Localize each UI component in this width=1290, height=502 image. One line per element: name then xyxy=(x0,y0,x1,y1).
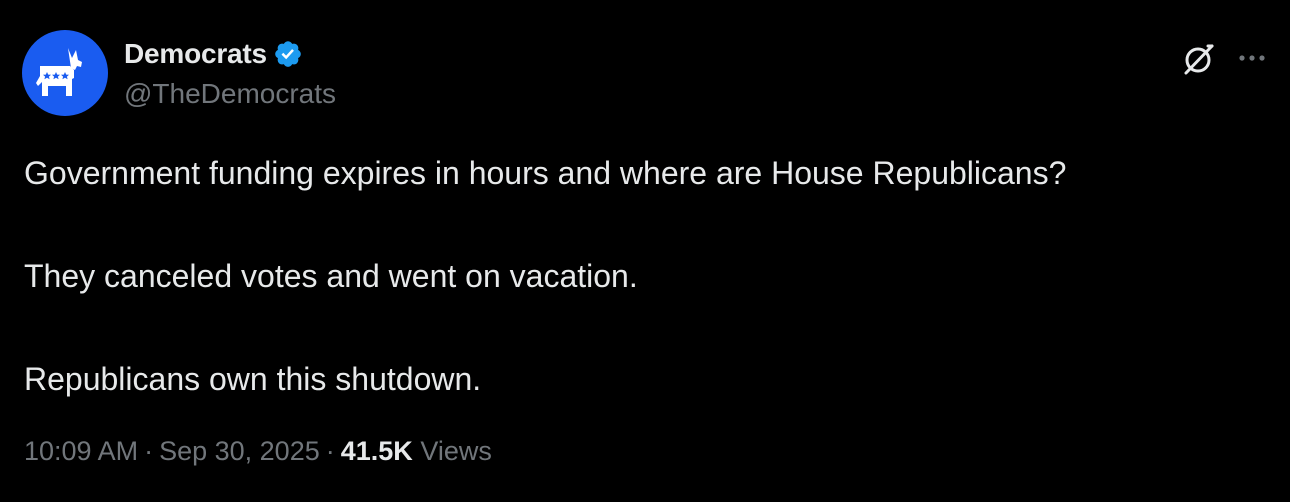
tweet-paragraph: Republicans own this shutdown. xyxy=(24,361,482,397)
name-row: Democrats xyxy=(124,36,303,72)
meta-separator: · xyxy=(144,436,154,466)
more-icon xyxy=(1239,55,1265,61)
more-button[interactable] xyxy=(1232,38,1272,78)
views-count[interactable]: 41.5K xyxy=(341,436,413,466)
tweet-card: Democrats @TheDemocrats Government fundi… xyxy=(0,0,1290,502)
tweet-time[interactable]: 10:09 AM xyxy=(24,436,138,466)
views-label: Views xyxy=(420,436,492,466)
grok-icon xyxy=(1184,44,1214,75)
tweet-meta: 10:09 AM · Sep 30, 2025 · 41.5K Views xyxy=(24,436,492,467)
display-name[interactable]: Democrats xyxy=(124,38,267,70)
avatar[interactable] xyxy=(22,30,108,116)
tweet-date[interactable]: Sep 30, 2025 xyxy=(159,436,320,466)
grok-button[interactable] xyxy=(1178,38,1220,80)
meta-separator: · xyxy=(325,436,335,466)
tweet-text: Government funding expires in hours and … xyxy=(24,150,1254,402)
verified-badge-icon[interactable] xyxy=(273,39,303,69)
handle[interactable]: @TheDemocrats xyxy=(124,78,336,110)
donkey-logo-icon xyxy=(36,48,82,96)
tweet-paragraph: Government funding expires in hours and … xyxy=(24,155,1067,191)
tweet-paragraph: They canceled votes and went on vacation… xyxy=(24,258,638,294)
